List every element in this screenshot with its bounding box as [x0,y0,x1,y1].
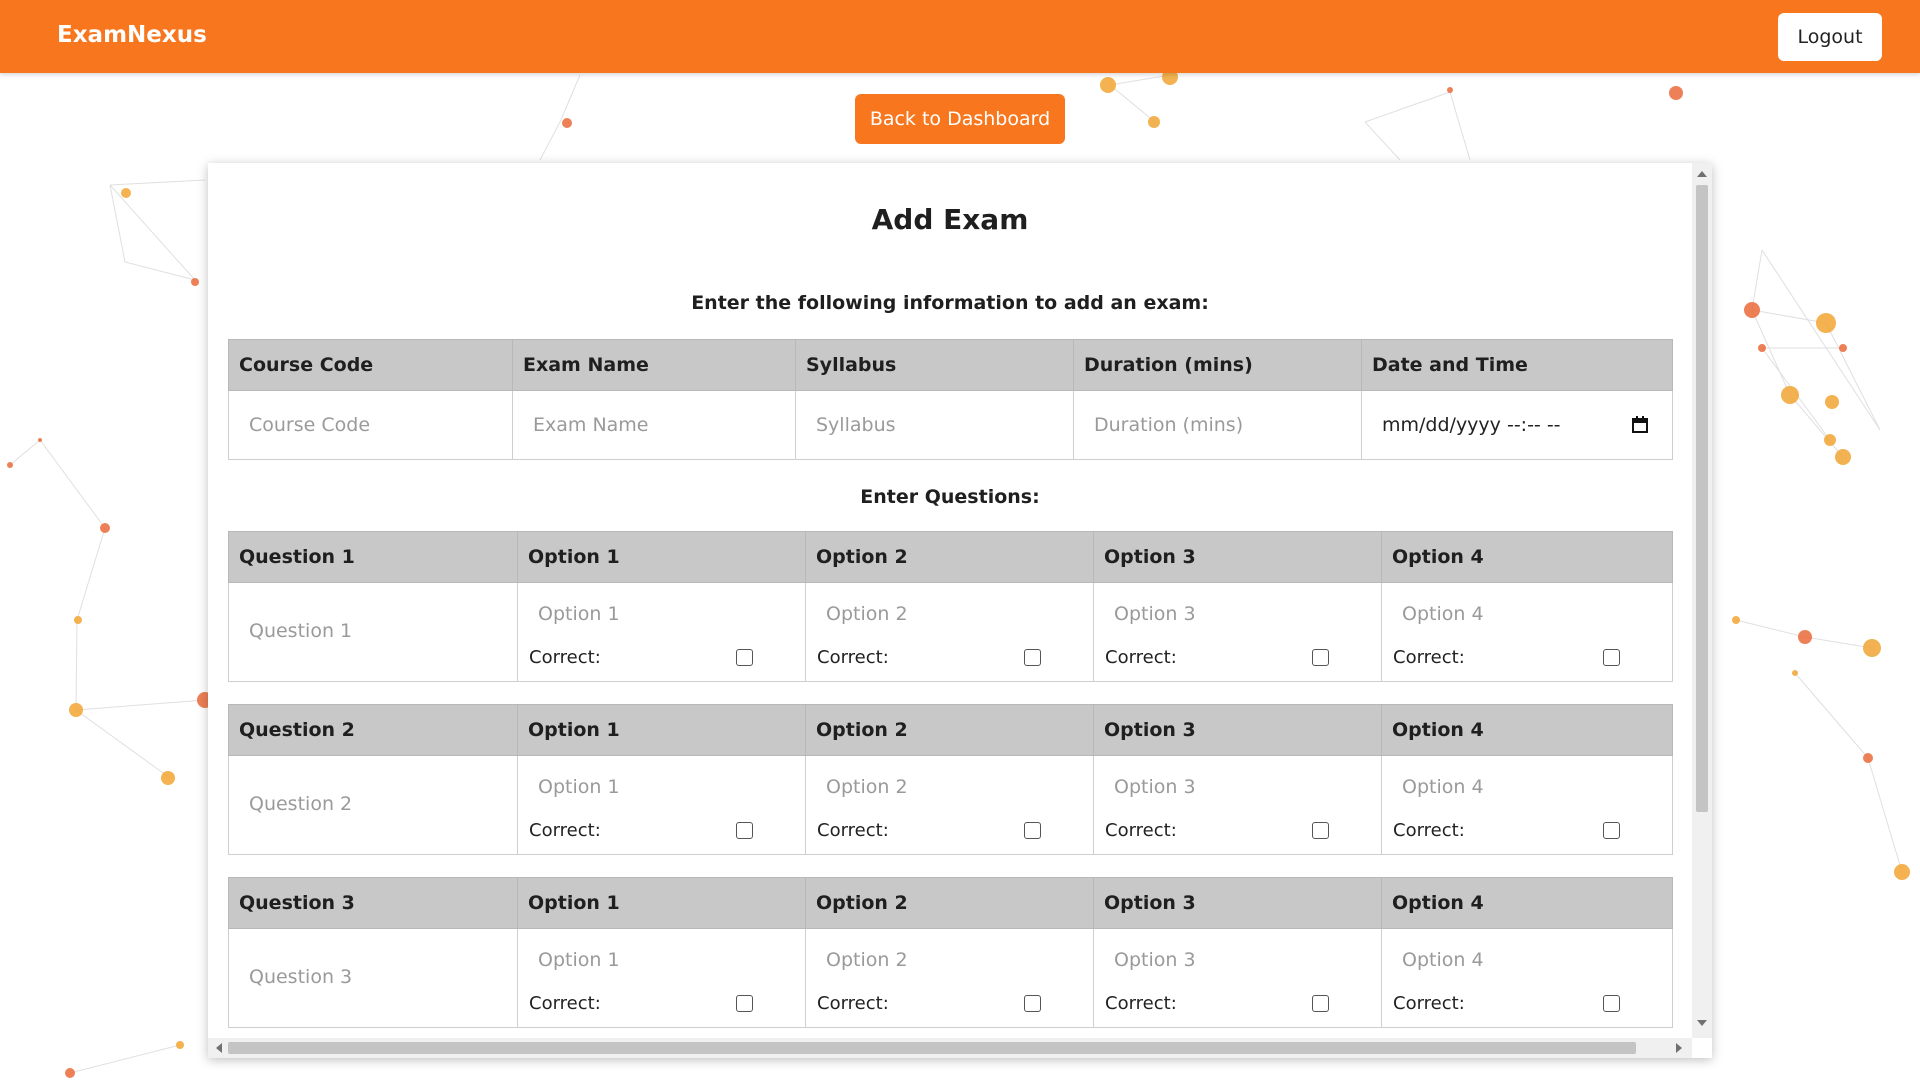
correct-checkbox[interactable] [1312,822,1329,839]
course-code-header: Course Code [228,339,513,391]
question-header: Question 1 [228,531,518,583]
logout-button[interactable]: Logout [1778,13,1882,61]
correct-label: Correct: [817,820,889,841]
correct-checkbox[interactable] [1603,822,1620,839]
question-input[interactable] [239,793,507,815]
option-header: Option 1 [517,704,806,756]
option-input[interactable] [528,776,728,798]
add-exam-card: Add Exam Enter the following information… [208,163,1712,1058]
question-header: Question 2 [228,704,518,756]
scroll-left-icon[interactable] [216,1043,222,1053]
option-input[interactable] [1392,949,1592,971]
option-header: Option 2 [805,877,1094,929]
option-header: Option 2 [805,531,1094,583]
correct-label: Correct: [1393,820,1465,841]
back-to-dashboard-button[interactable]: Back to Dashboard [855,94,1065,144]
correct-label: Correct: [529,647,601,668]
correct-checkbox[interactable] [1603,649,1620,666]
calendar-icon[interactable] [1632,416,1648,433]
question-input[interactable] [239,620,507,642]
horizontal-scrollbar[interactable] [208,1038,1692,1058]
correct-label: Correct: [817,993,889,1014]
question-table: Question 2 Option 1 Option 2 Option 3 Op… [228,704,1673,855]
date-time-value: mm/dd/yyyy --:-- -- [1382,414,1561,436]
option-header: Option 1 [517,877,806,929]
brand-logo[interactable]: ExamNexus [57,22,207,48]
correct-checkbox[interactable] [736,822,753,839]
option-input[interactable] [1104,949,1304,971]
option-header: Option 4 [1381,704,1673,756]
option-header: Option 2 [805,704,1094,756]
option-input[interactable] [1392,776,1592,798]
question-table: Question 1 Option 1 Option 2 Option 3 Op… [228,531,1673,682]
correct-label: Correct: [817,647,889,668]
scroll-down-icon[interactable] [1697,1020,1707,1026]
syllabus-header: Syllabus [795,339,1074,391]
correct-checkbox[interactable] [1024,822,1041,839]
duration-header: Duration (mins) [1073,339,1362,391]
exam-info-table: Course Code Exam Name Syllabus Duration … [228,339,1673,460]
correct-label: Correct: [1105,820,1177,841]
exam-name-header: Exam Name [512,339,796,391]
correct-label: Correct: [529,820,601,841]
date-time-input[interactable]: mm/dd/yyyy --:-- -- [1361,390,1673,460]
question-header: Question 3 [228,877,518,929]
option-header: Option 3 [1093,704,1382,756]
option-input[interactable] [1104,603,1304,625]
correct-checkbox[interactable] [736,995,753,1012]
correct-checkbox[interactable] [1603,995,1620,1012]
correct-checkbox[interactable] [1312,995,1329,1012]
option-input[interactable] [528,603,728,625]
correct-label: Correct: [1105,647,1177,668]
option-header: Option 4 [1381,531,1673,583]
question-input[interactable] [239,966,507,988]
vertical-scroll-thumb[interactable] [1696,185,1708,812]
syllabus-input[interactable] [806,414,1063,436]
exam-info-instructions: Enter the following information to add a… [691,292,1209,314]
correct-checkbox[interactable] [1312,649,1329,666]
correct-label: Correct: [1105,993,1177,1014]
option-input[interactable] [1104,776,1304,798]
page-title: Add Exam [871,203,1029,236]
option-input[interactable] [816,949,1016,971]
option-header: Option 1 [517,531,806,583]
option-input[interactable] [1392,603,1592,625]
option-input[interactable] [816,776,1016,798]
option-header: Option 3 [1093,531,1382,583]
option-header: Option 3 [1093,877,1382,929]
correct-label: Correct: [1393,647,1465,668]
navbar: ExamNexus Logout [0,0,1920,73]
date-time-header: Date and Time [1361,339,1673,391]
horizontal-scroll-thumb[interactable] [228,1042,1636,1054]
exam-name-input[interactable] [523,414,785,436]
correct-checkbox[interactable] [1024,649,1041,666]
course-code-input[interactable] [239,414,502,436]
correct-checkbox[interactable] [1024,995,1041,1012]
duration-input[interactable] [1084,414,1351,436]
option-header: Option 4 [1381,877,1673,929]
questions-heading: Enter Questions: [860,486,1040,508]
scroll-right-icon[interactable] [1676,1043,1682,1053]
correct-label: Correct: [529,993,601,1014]
vertical-scrollbar[interactable] [1692,163,1712,1038]
correct-label: Correct: [1393,993,1465,1014]
option-input[interactable] [528,949,728,971]
scroll-up-icon[interactable] [1697,171,1707,177]
option-input[interactable] [816,603,1016,625]
question-table: Question 3 Option 1 Option 2 Option 3 Op… [228,877,1673,1028]
correct-checkbox[interactable] [736,649,753,666]
